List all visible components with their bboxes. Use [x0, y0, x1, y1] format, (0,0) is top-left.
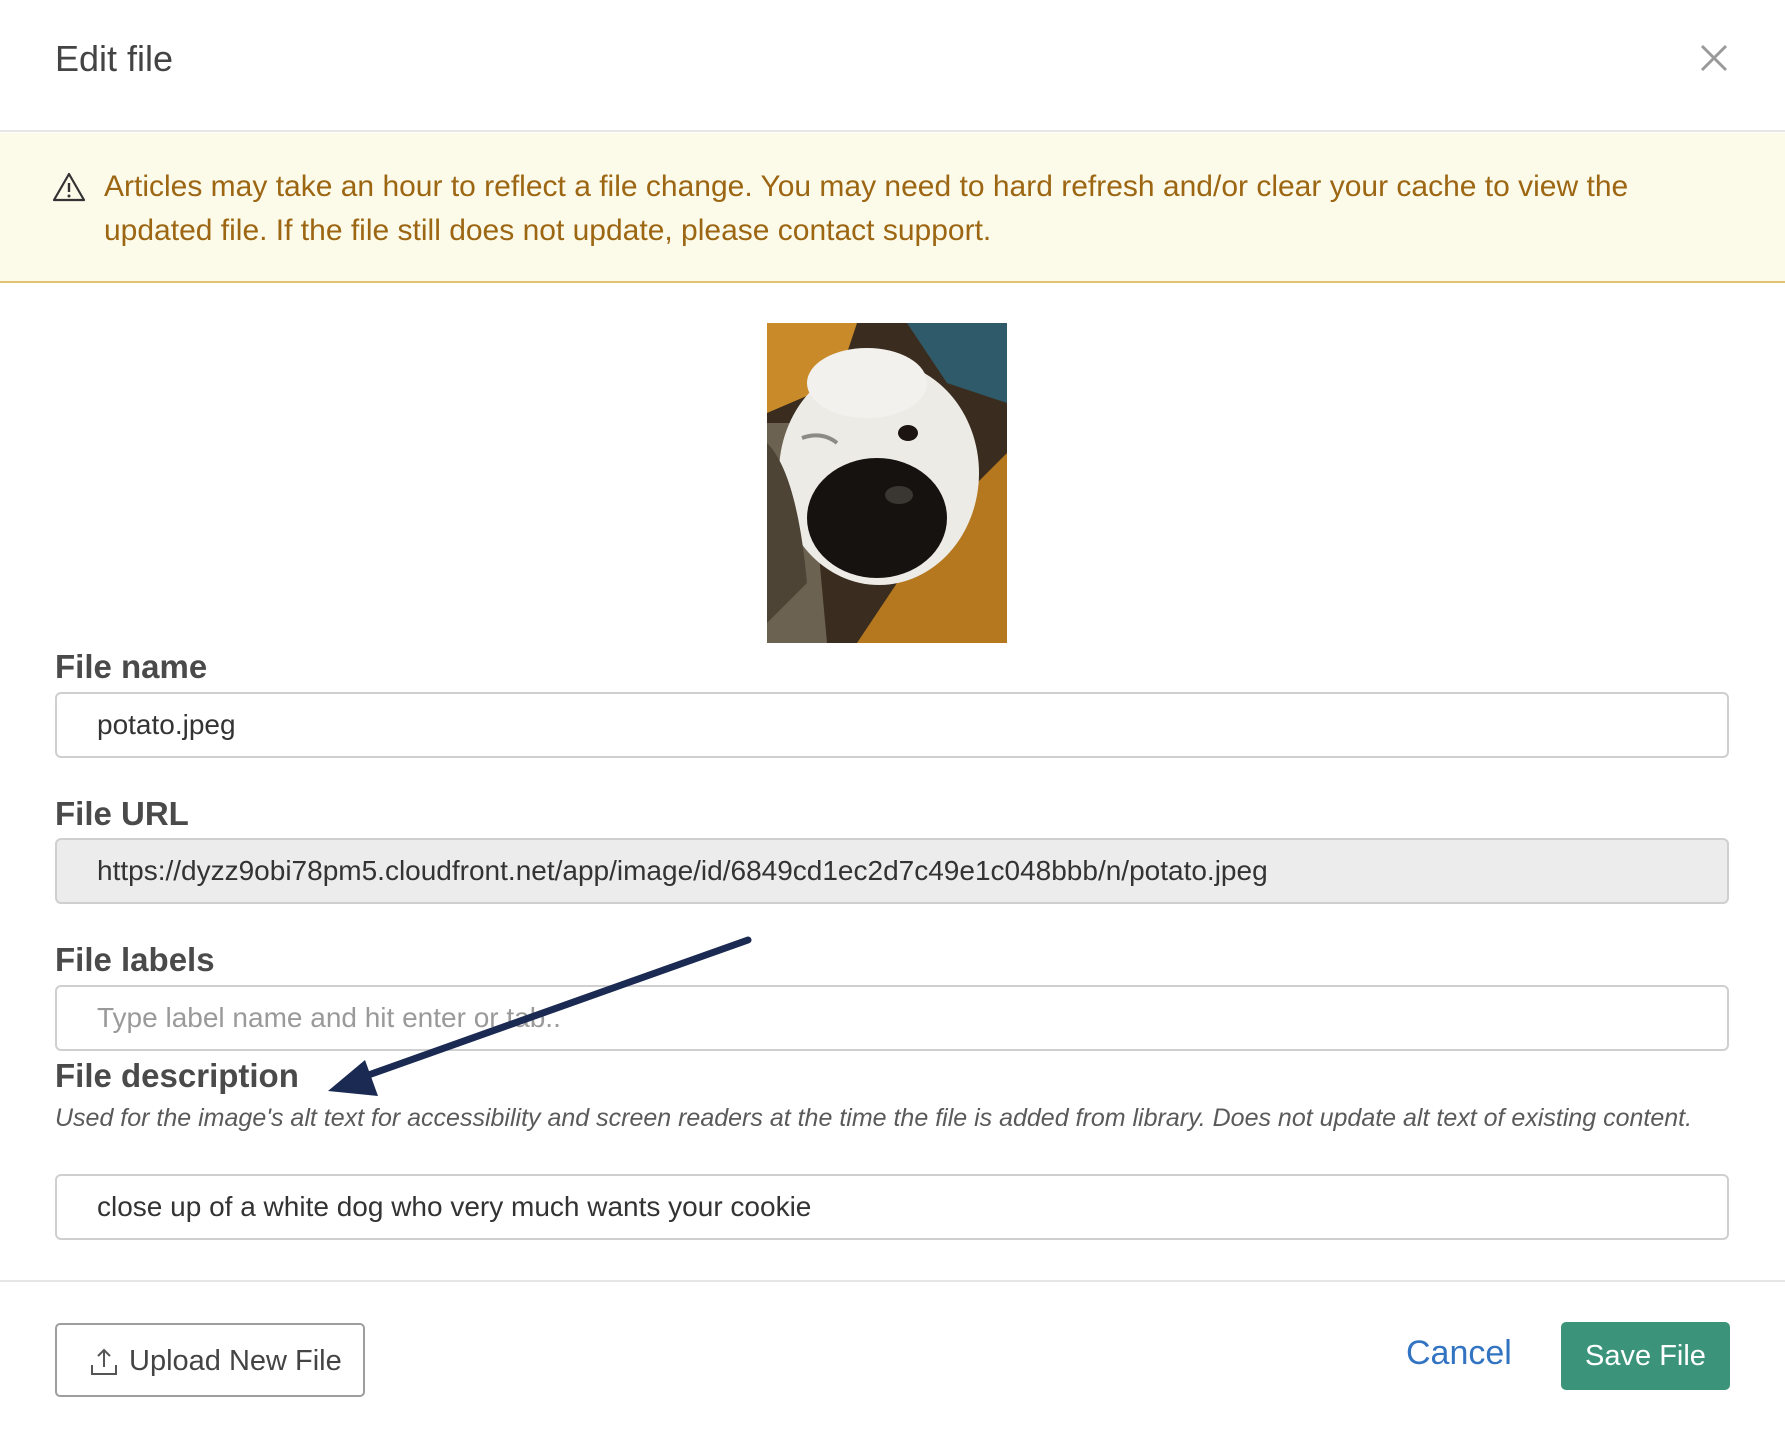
cache-warning-alert: Articles may take an hour to reflect a f… [0, 133, 1785, 283]
edit-file-modal: Edit file Articles may take an hour to r… [0, 0, 1785, 1431]
file-description-help: Used for the image's alt text for access… [55, 1104, 1693, 1132]
dog-photo-thumbnail [767, 323, 1007, 643]
file-url-label: File URL [55, 795, 189, 832]
image-preview [767, 323, 1007, 643]
file-name-input[interactable] [55, 692, 1729, 758]
warning-triangle-icon [52, 172, 86, 202]
file-name-label: File name [55, 648, 208, 685]
cancel-button[interactable]: Cancel [1406, 1334, 1512, 1373]
upload-icon [91, 1348, 117, 1375]
footer-divider [0, 1280, 1785, 1282]
close-icon [1700, 44, 1728, 72]
close-button[interactable] [1694, 38, 1734, 78]
save-file-button[interactable]: Save File [1561, 1322, 1730, 1390]
upload-button-label: Upload New File [129, 1345, 342, 1377]
alert-message: Articles may take an hour to reflect a f… [104, 170, 1629, 247]
file-labels-label: File labels [55, 941, 215, 978]
file-url-input[interactable] [55, 838, 1729, 904]
modal-title: Edit file [55, 38, 174, 79]
modal-header: Edit file [0, 0, 1785, 132]
file-description-input[interactable] [55, 1174, 1729, 1240]
upload-new-file-button[interactable]: Upload New File [55, 1323, 365, 1397]
file-labels-input[interactable] [55, 985, 1729, 1051]
file-description-label: File description [55, 1057, 299, 1094]
